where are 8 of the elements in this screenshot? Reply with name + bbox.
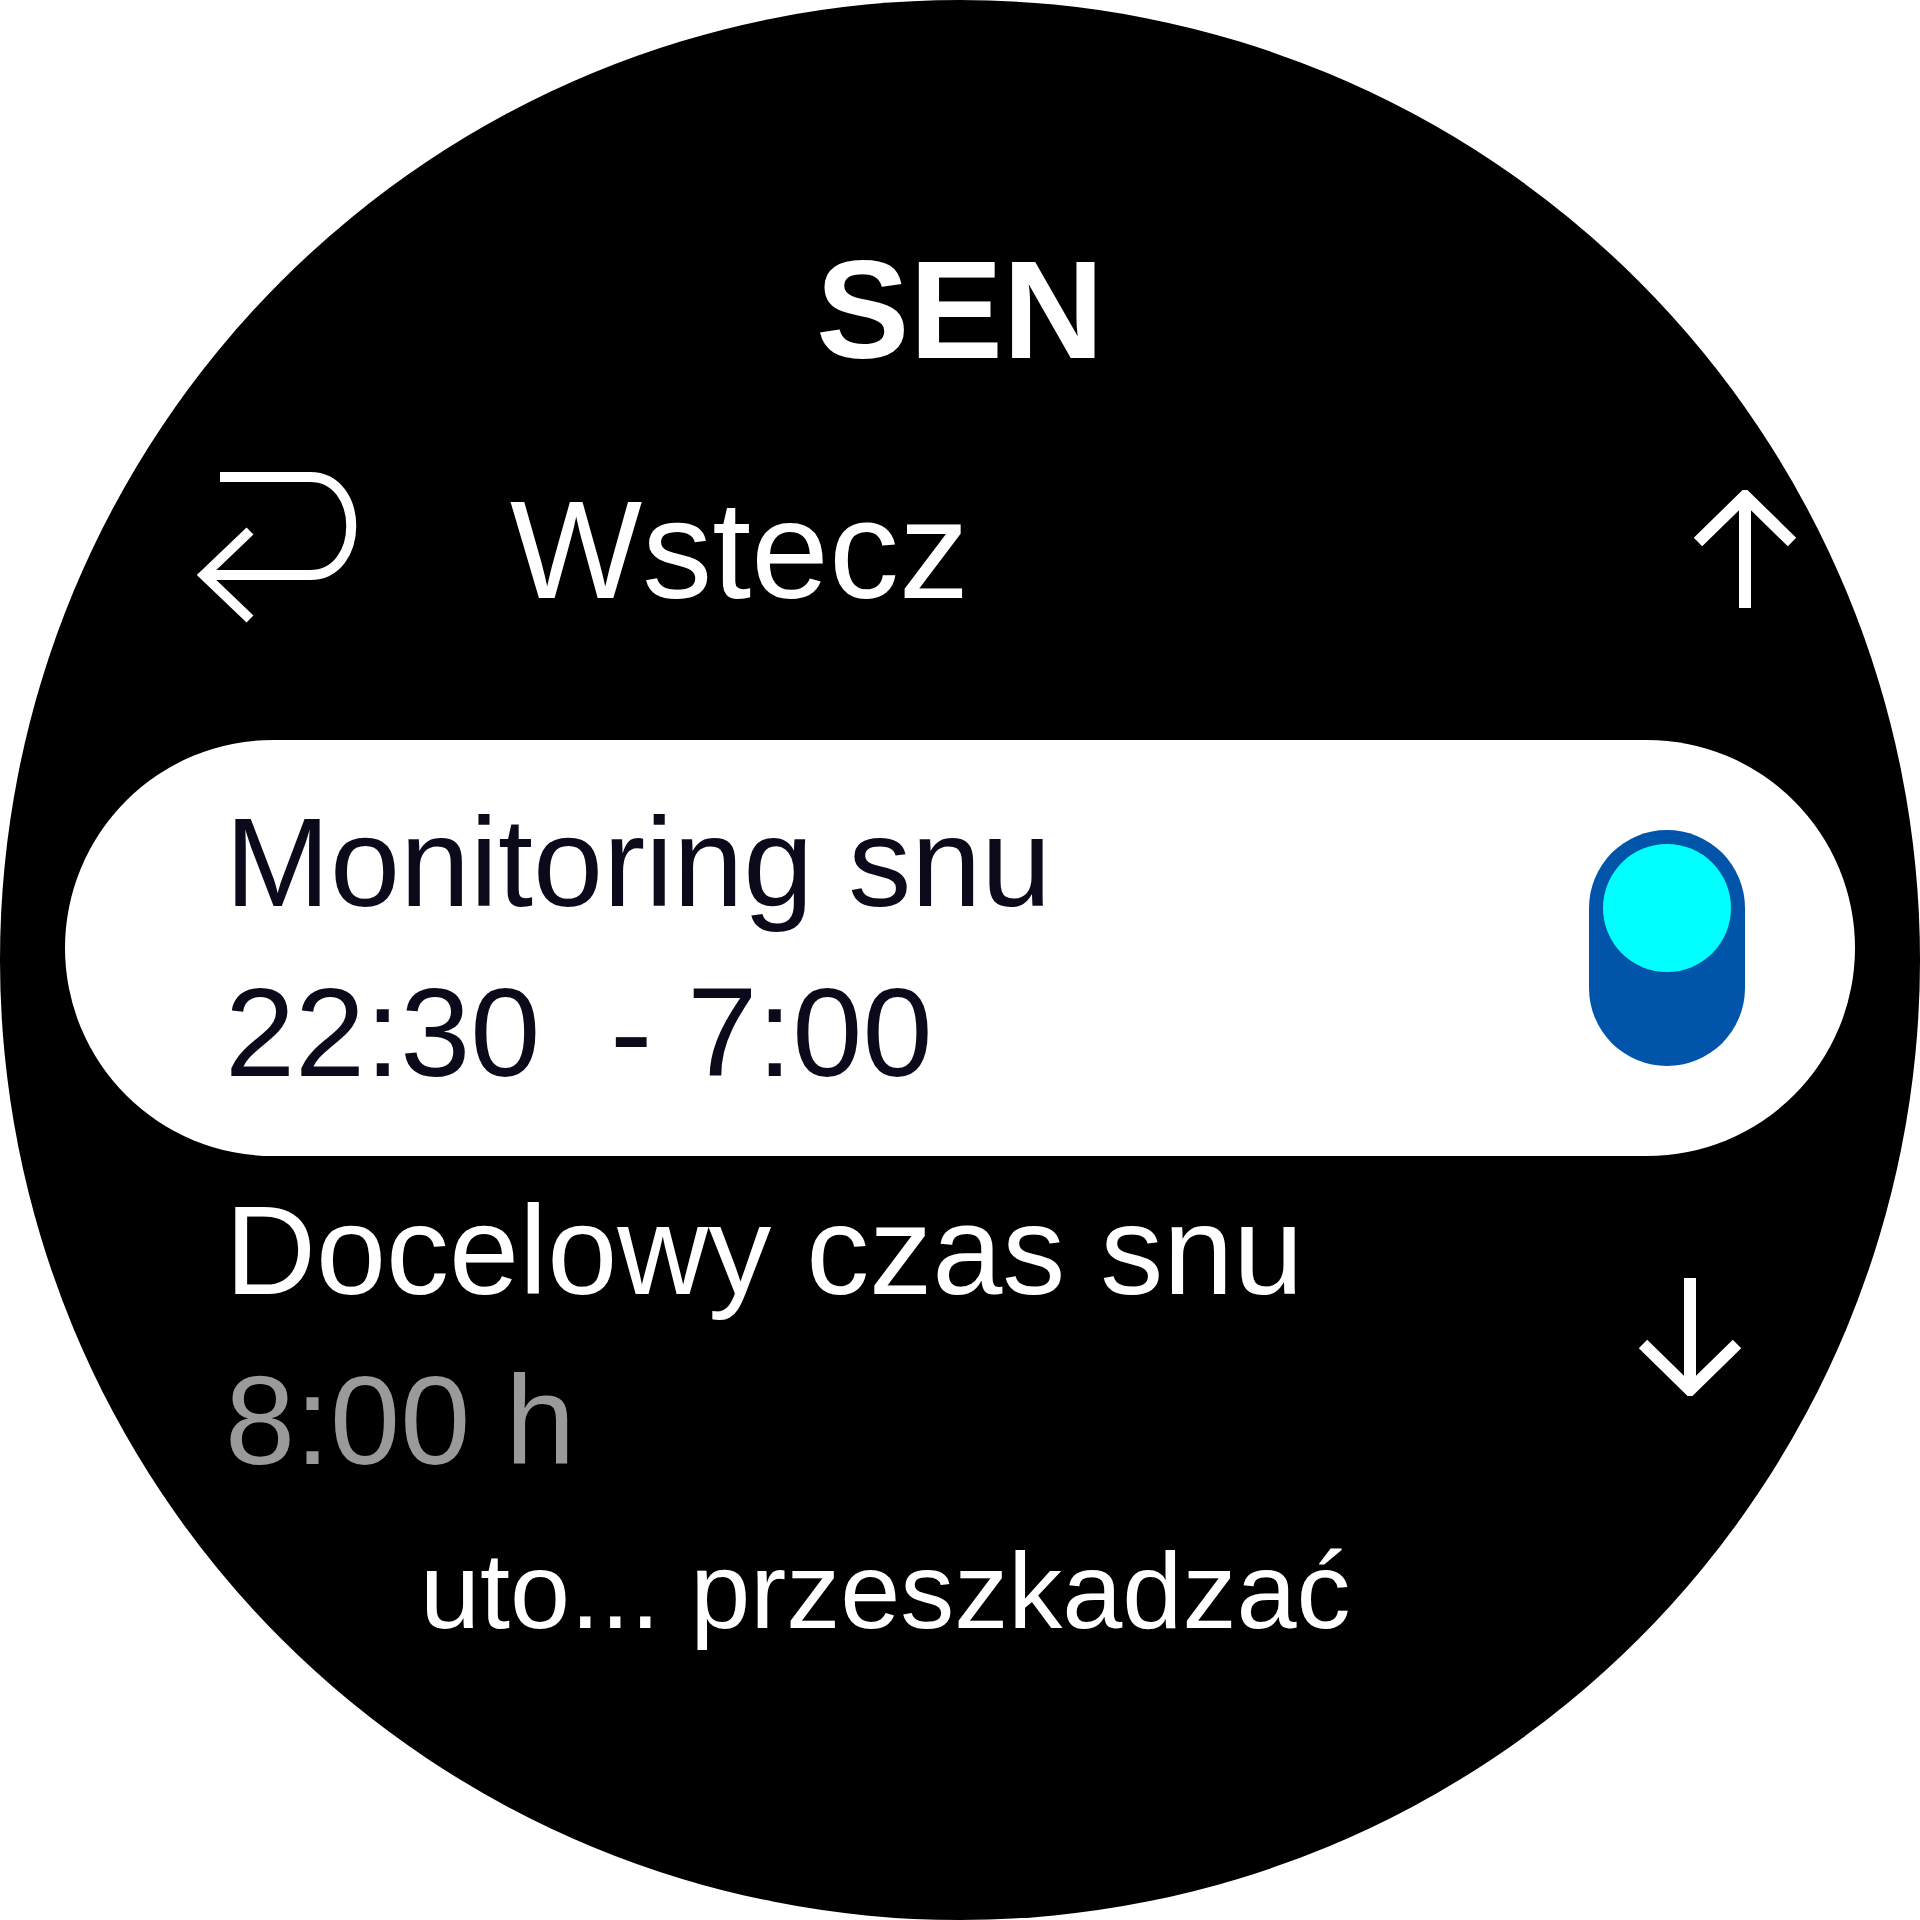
setting-label[interactable]: uto... przeszkadzać [420,1526,1920,1656]
screen-title: SEN [815,230,1105,390]
setting-value: 22:30 - 7:00 [225,961,934,1105]
setting-label: Monitoring snu [225,791,1053,935]
setting-label: Docelowy czas snu [225,1179,1305,1323]
setting-value: 8:00 h [225,1349,577,1493]
selected-setting-row[interactable]: Monitoring snu 22:30 - 7:00 [65,740,1855,1156]
back-label[interactable]: Wstecz [510,480,1690,620]
